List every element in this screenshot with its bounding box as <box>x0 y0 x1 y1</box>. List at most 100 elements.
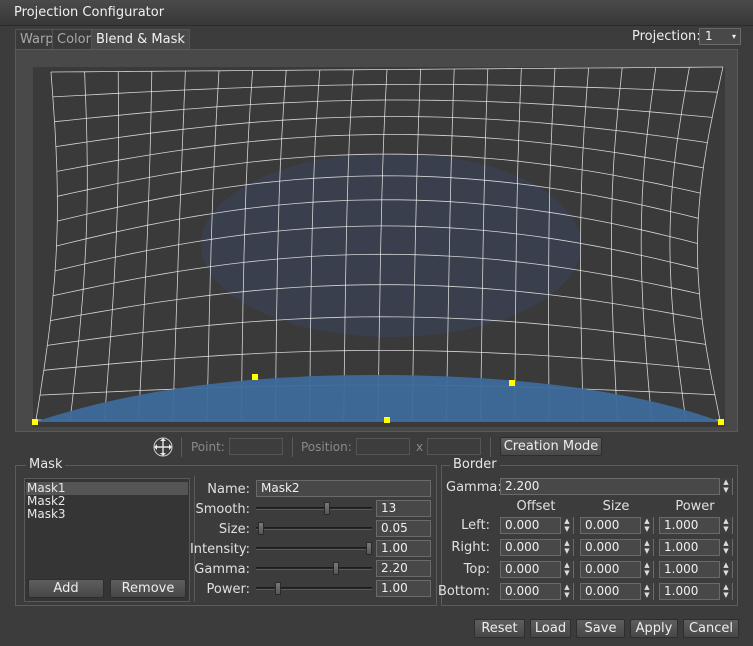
border-power-spinbox[interactable]: 1.000 ▲ ▼ <box>659 561 733 578</box>
load-button[interactable]: Load <box>530 619 571 638</box>
border-size-spinbox[interactable]: 0.000 ▲ ▼ <box>580 539 654 556</box>
projection-select[interactable]: 1 ▾ <box>699 28 741 45</box>
smooth-label: Smooth: <box>195 502 250 517</box>
border-offset-spinbox[interactable]: 0.000 ▲ ▼ <box>500 583 574 600</box>
gamma-field[interactable]: 2.20 <box>376 560 431 577</box>
border-gamma-label: Gamma: <box>446 480 502 495</box>
border-size-spinbox[interactable]: 0.000 ▲ ▼ <box>580 517 654 534</box>
border-offset-spinbox[interactable]: 0.000 ▲ ▼ <box>500 517 574 534</box>
border-size-value: 0.000 <box>585 540 620 554</box>
position-y-field[interactable] <box>427 438 481 455</box>
spin-arrows-icon[interactable]: ▲ ▼ <box>640 539 653 556</box>
border-row-label: Top: <box>463 562 490 577</box>
border-group-label: Border <box>450 457 500 472</box>
spin-arrows-icon[interactable]: ▲ ▼ <box>560 539 573 556</box>
name-label: Name: <box>207 482 250 497</box>
border-size-spinbox[interactable]: 0.000 ▲ ▼ <box>580 583 654 600</box>
reset-button[interactable]: Reset <box>474 619 525 638</box>
save-button[interactable]: Save <box>576 619 625 638</box>
spin-arrows-icon[interactable]: ▲ ▼ <box>560 517 573 534</box>
intensity-slider-handle[interactable] <box>366 542 372 555</box>
smooth-field[interactable]: 13 <box>376 500 431 517</box>
border-row-label: Bottom: <box>438 584 491 599</box>
border-row-label: Right: <box>451 540 490 555</box>
control-point <box>384 417 390 423</box>
spin-arrows-icon[interactable]: ▲ ▼ <box>719 478 732 495</box>
position-label: Position: <box>301 440 352 454</box>
add-mask-button[interactable]: Add <box>28 579 104 598</box>
list-item[interactable]: Mask3 <box>26 508 188 521</box>
border-power-spinbox[interactable]: 1.000 ▲ ▼ <box>659 539 733 556</box>
column-header-power: Power <box>675 499 715 514</box>
size-slider-handle[interactable] <box>258 522 265 535</box>
border-gamma-spinbox[interactable]: 2.200 ▲ ▼ <box>500 478 733 495</box>
creation-mode-button[interactable]: Creation Mode <box>500 437 602 456</box>
spin-arrows-icon[interactable]: ▲ ▼ <box>640 517 653 534</box>
border-offset-spinbox[interactable]: 0.000 ▲ ▼ <box>500 561 574 578</box>
control-point <box>252 374 258 380</box>
remove-mask-button[interactable]: Remove <box>110 579 186 598</box>
border-power-value: 1.000 <box>664 584 699 598</box>
border-size-value: 0.000 <box>585 562 620 576</box>
border-size-value: 0.000 <box>585 584 620 598</box>
spin-arrows-icon[interactable]: ▲ ▼ <box>640 583 653 600</box>
intensity-slider[interactable] <box>256 547 372 550</box>
border-size-value: 0.000 <box>585 518 620 532</box>
tab-blend-mask[interactable]: Blend & Mask <box>91 29 190 50</box>
power-slider[interactable] <box>256 587 372 590</box>
border-power-spinbox[interactable]: 1.000 ▲ ▼ <box>659 517 733 534</box>
power-slider-handle[interactable] <box>274 582 281 595</box>
intensity-label: Intensity: <box>189 542 250 557</box>
spin-arrows-icon[interactable]: ▲ ▼ <box>719 539 732 556</box>
mask-canvas[interactable] <box>16 50 739 433</box>
tab-color[interactable]: Color <box>52 29 96 50</box>
spin-arrows-icon[interactable]: ▲ ▼ <box>719 583 732 600</box>
power-label: Power: <box>206 582 250 597</box>
mask-group-label: Mask <box>26 457 66 472</box>
size-slider[interactable] <box>256 527 372 530</box>
gamma-slider-handle[interactable] <box>333 562 339 575</box>
smooth-slider[interactable] <box>256 507 372 510</box>
spin-arrows-icon[interactable]: ▲ ▼ <box>719 561 732 578</box>
border-offset-value: 0.000 <box>505 562 540 576</box>
control-point <box>509 380 515 386</box>
border-offset-value: 0.000 <box>505 540 540 554</box>
title-bar: Projection Configurator <box>0 0 753 26</box>
name-field[interactable]: Mask2 <box>256 480 431 497</box>
spin-arrows-icon[interactable]: ▲ ▼ <box>640 561 653 578</box>
projection-value: 1 <box>705 29 713 43</box>
chevron-down-icon: ▾ <box>731 32 736 41</box>
window-title: Projection Configurator <box>14 5 165 20</box>
apply-button[interactable]: Apply <box>630 619 678 638</box>
toolbar-separator <box>490 437 491 457</box>
border-offset-spinbox[interactable]: 0.000 ▲ ▼ <box>500 539 574 556</box>
spin-arrows-icon[interactable]: ▲ ▼ <box>560 583 573 600</box>
spin-arrows-icon[interactable]: ▲ ▼ <box>560 561 573 578</box>
border-power-value: 1.000 <box>664 540 699 554</box>
projection-label: Projection: <box>632 29 701 44</box>
border-row-label: Left: <box>461 518 490 533</box>
border-gamma-value: 2.200 <box>505 479 540 493</box>
power-field[interactable]: 1.00 <box>376 580 431 597</box>
cancel-button[interactable]: Cancel <box>683 619 739 638</box>
border-power-value: 1.000 <box>664 562 699 576</box>
column-header-size: Size <box>602 499 630 514</box>
border-offset-value: 0.000 <box>505 518 540 532</box>
mask-shadow-shape <box>201 153 581 337</box>
size-field[interactable]: 0.05 <box>376 520 431 537</box>
warp-viewport[interactable] <box>15 49 738 432</box>
size-label: Size: <box>218 522 250 537</box>
point-field[interactable] <box>229 438 283 455</box>
gamma-slider[interactable] <box>256 567 372 570</box>
spin-arrows-icon[interactable]: ▲ ▼ <box>719 517 732 534</box>
position-x-field[interactable] <box>356 438 410 455</box>
move-icon[interactable] <box>152 436 174 458</box>
border-power-value: 1.000 <box>664 518 699 532</box>
column-header-offset: Offset <box>516 499 556 514</box>
border-size-spinbox[interactable]: 0.000 ▲ ▼ <box>580 561 654 578</box>
intensity-field[interactable]: 1.00 <box>376 540 431 557</box>
border-power-spinbox[interactable]: 1.000 ▲ ▼ <box>659 583 733 600</box>
smooth-slider-handle[interactable] <box>324 502 331 515</box>
control-point <box>32 419 38 425</box>
border-offset-value: 0.000 <box>505 584 540 598</box>
